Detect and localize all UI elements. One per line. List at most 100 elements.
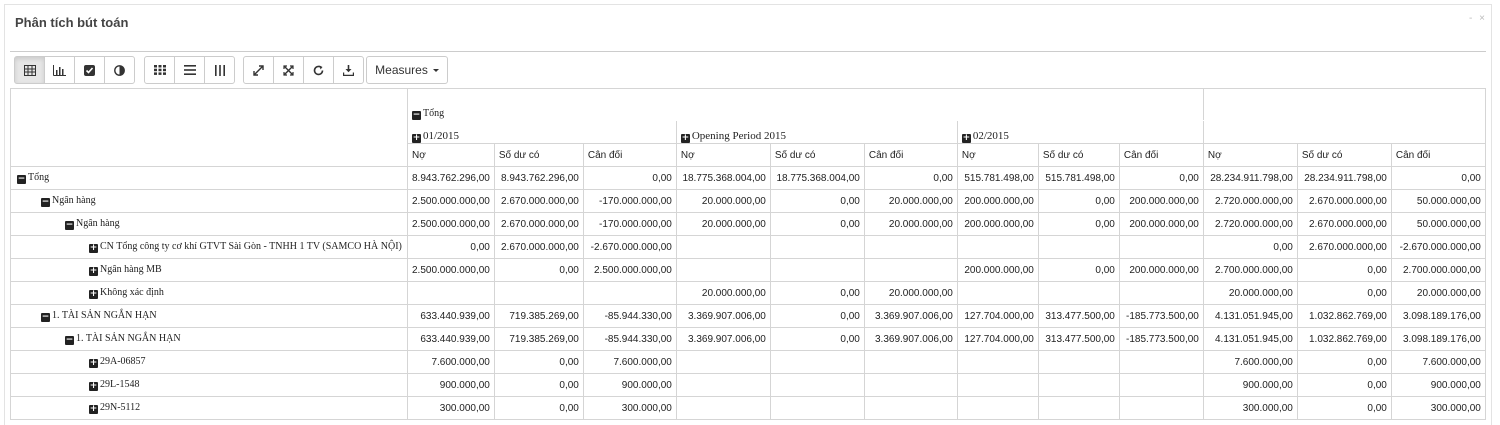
total-cell: 0,00 [1296, 373, 1392, 397]
table-row: −1. TÀI SẢN NGẮN HẠN 633.440.939,00 719.38… [10, 304, 1486, 328]
row-header[interactable]: − Ngân hàng [10, 189, 408, 213]
pie-chart-button[interactable] [104, 56, 135, 84]
row-label: Không xác định [100, 287, 164, 298]
collapse-icon[interactable]: − [412, 111, 421, 120]
total-cell: 2.670.000.000,00 [1296, 235, 1392, 259]
value-cell [675, 396, 771, 420]
total-cell: 28.234.911.798,00 [1202, 166, 1298, 190]
total-measure-header[interactable]: Số dư có [1296, 143, 1392, 167]
expand-icon[interactable]: + [89, 382, 98, 391]
collapse-button[interactable] [273, 56, 304, 84]
total-cell: 28.234.911.798,00 [1296, 166, 1392, 190]
total-cell: 20.000.000,00 [1202, 281, 1298, 305]
download-button[interactable] [333, 56, 364, 84]
check-view-button[interactable] [74, 56, 105, 84]
collapse-icon[interactable]: − [41, 198, 50, 207]
value-cell: -2.670.000.000,00 [582, 235, 677, 259]
refresh-icon [313, 65, 324, 75]
value-cell [769, 373, 865, 397]
value-cell: 200.000.000,00 [1118, 258, 1204, 282]
row-header[interactable]: +29L-1548 [10, 373, 408, 397]
row-header[interactable]: + Ngân hàng MB [10, 258, 408, 282]
total-cell: 1.032.862.769,00 [1296, 304, 1392, 328]
header-period-2[interactable]: +02/2015 [956, 120, 1204, 144]
measures-group: Measures [366, 56, 448, 84]
grid-layout-button[interactable] [144, 56, 175, 84]
collapse-icon[interactable]: − [65, 336, 74, 345]
total-cell: -2.670.000.000,00 [1390, 235, 1486, 259]
value-cell: 200.000.000,00 [956, 189, 1039, 213]
row-header[interactable]: − Ngân hàng [10, 212, 408, 236]
expand-button[interactable] [243, 56, 274, 84]
expand-icon[interactable]: + [89, 267, 98, 276]
action-group [243, 56, 364, 84]
total-measure-header[interactable]: Nợ [1202, 143, 1298, 167]
panel-window-controls[interactable]: - × [1469, 13, 1487, 24]
list-layout-button[interactable] [174, 56, 205, 84]
value-cell [1037, 396, 1120, 420]
collapse-icon[interactable]: − [65, 221, 74, 230]
table-view-button[interactable] [14, 56, 45, 84]
value-cell: 0,00 [769, 189, 865, 213]
measure-header[interactable]: Cân đối [1118, 143, 1204, 167]
value-cell: 200.000.000,00 [1118, 189, 1204, 213]
total-cell: 2.720.000.000,00 [1202, 189, 1298, 213]
row-header[interactable]: +29N-5112 [10, 396, 408, 420]
expand-icon[interactable]: + [89, 405, 98, 414]
value-cell: 515.781.498,00 [956, 166, 1039, 190]
total-cell: 900.000,00 [1390, 373, 1486, 397]
total-cell: 2.700.000.000,00 [1390, 258, 1486, 282]
row-header[interactable]: −1. TÀI SẢN NGẮN HẠN [10, 304, 408, 328]
row-header[interactable]: + Không xác định [10, 281, 408, 305]
value-cell: 300.000,00 [582, 396, 677, 420]
measure-header[interactable]: Số dư có [1037, 143, 1120, 167]
expand-icon[interactable]: + [412, 134, 421, 143]
expand-icon[interactable]: + [961, 134, 971, 143]
total-measure-header[interactable]: Cân đối [1390, 143, 1486, 167]
expand-icon[interactable]: + [89, 290, 98, 299]
total-cell: 0,00 [1202, 235, 1298, 259]
table-row: + Không xác định 20.000.000,00 0,00 20.000.0… [10, 281, 1486, 305]
value-cell: 200.000.000,00 [956, 258, 1039, 282]
total-cell: 7.600.000,00 [1390, 350, 1486, 374]
measure-header[interactable]: Nợ [407, 143, 495, 167]
expand-icon[interactable]: + [680, 134, 690, 143]
row-header[interactable]: − Tổng [10, 166, 408, 190]
measure-header[interactable]: Cân đối [582, 143, 677, 167]
row-label: Ngân hàng [76, 218, 120, 229]
collapse-icon[interactable]: − [17, 175, 26, 184]
value-cell: 2.500.000.000,00 [407, 258, 495, 282]
measure-header[interactable]: Nợ [956, 143, 1039, 167]
expand-icon [253, 64, 264, 76]
refresh-button[interactable] [303, 56, 334, 84]
value-cell: 20.000.000,00 [863, 189, 958, 213]
value-cell [956, 281, 1039, 305]
row-header[interactable]: + CN Tổng công ty cơ khí GTVT Sài Gòn - T… [10, 235, 408, 259]
row-header[interactable]: +29A-06857 [10, 350, 408, 374]
measure-header[interactable]: Số dư có [769, 143, 865, 167]
value-cell: 0,00 [1037, 212, 1120, 236]
measures-dropdown[interactable]: Measures [366, 56, 448, 84]
expand-icon[interactable]: + [89, 244, 98, 253]
value-cell: 0,00 [769, 327, 865, 351]
bar-chart-button[interactable] [44, 56, 75, 84]
measure-header[interactable]: Số dư có [493, 143, 584, 167]
value-cell [675, 235, 771, 259]
columns-layout-button[interactable] [204, 56, 235, 84]
check-square-icon [84, 64, 95, 76]
value-cell: 0,00 [1118, 166, 1204, 190]
header-period-1[interactable]: + Opening Period 2015 [675, 120, 958, 144]
row-label: Ngân hàng [52, 195, 96, 206]
total-cell: 2.720.000.000,00 [1202, 212, 1298, 236]
value-cell [1118, 235, 1204, 259]
expand-icon[interactable]: + [89, 359, 98, 368]
header-period-0[interactable]: +01/2015 [407, 120, 677, 144]
header-total[interactable]: − Tổng [407, 88, 1204, 121]
value-cell [1037, 235, 1120, 259]
row-header[interactable]: −1. TÀI SẢN NGẮN HẠN [10, 327, 408, 351]
collapse-icon[interactable]: − [41, 313, 50, 322]
value-cell: 0,00 [863, 166, 958, 190]
measure-header[interactable]: Cân đối [863, 143, 958, 167]
measure-header[interactable]: Nợ [675, 143, 771, 167]
value-cell: -85.944.330,00 [582, 327, 677, 351]
